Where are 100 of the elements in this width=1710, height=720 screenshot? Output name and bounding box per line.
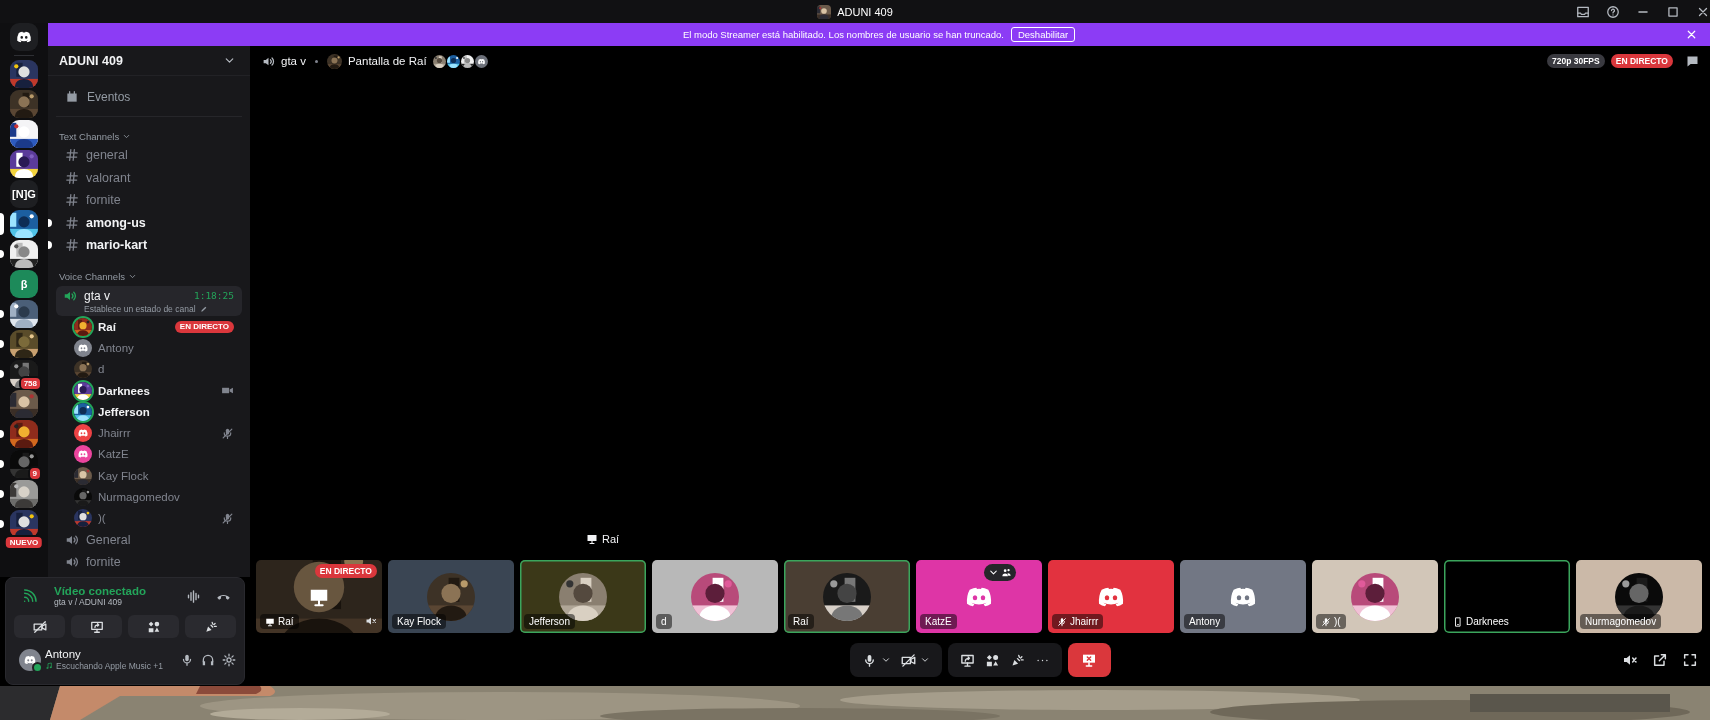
speaker-muted-icon[interactable] bbox=[365, 615, 377, 627]
video-tile[interactable]: Antony bbox=[1180, 560, 1306, 633]
server-button[interactable] bbox=[10, 210, 38, 238]
headphones-icon[interactable] bbox=[201, 652, 215, 667]
quality-badge: 720p 30FPS bbox=[1547, 54, 1605, 68]
channel-status[interactable]: Establece un estado de canal bbox=[84, 304, 196, 314]
viewer-avatar[interactable] bbox=[474, 54, 488, 68]
signal-icon bbox=[22, 588, 38, 604]
server-button[interactable] bbox=[10, 390, 38, 418]
member-name[interactable]: KatzE bbox=[98, 448, 234, 461]
video-tile[interactable]: KatzE bbox=[916, 560, 1042, 633]
stop-stream-button[interactable] bbox=[1067, 643, 1111, 677]
member-name[interactable]: Raí bbox=[98, 320, 169, 333]
server-button[interactable] bbox=[10, 420, 38, 448]
chevron-down-icon[interactable] bbox=[880, 655, 891, 665]
events-item[interactable]: Eventos bbox=[56, 83, 242, 111]
server-button[interactable] bbox=[10, 150, 38, 178]
member-name[interactable]: d bbox=[98, 363, 234, 376]
people-icon bbox=[1001, 567, 1012, 578]
participant-name: Raí bbox=[278, 616, 294, 627]
help-icon[interactable] bbox=[1606, 4, 1620, 19]
server-button[interactable]: [N]G bbox=[10, 180, 38, 208]
close-icon[interactable] bbox=[1685, 28, 1698, 41]
party-horn-icon[interactable] bbox=[1009, 652, 1025, 668]
text-channel[interactable]: general bbox=[56, 144, 242, 167]
disable-button[interactable]: Deshabilitar bbox=[1010, 27, 1076, 42]
video-tile[interactable]: Darknees bbox=[1444, 560, 1570, 633]
chevron-down-icon[interactable] bbox=[919, 655, 930, 665]
user-avatar[interactable] bbox=[19, 648, 41, 671]
microphone-icon[interactable] bbox=[180, 652, 194, 667]
member-name[interactable]: Kay Flock bbox=[98, 469, 234, 482]
screen-share-icon[interactable] bbox=[959, 652, 975, 668]
server-button[interactable] bbox=[10, 300, 38, 328]
separator-dot bbox=[314, 59, 318, 63]
voice-channel[interactable]: gta v 1:18:25 Establece un estado de canal bbox=[56, 286, 242, 316]
server-button[interactable] bbox=[10, 330, 38, 358]
camera-off-button[interactable] bbox=[14, 615, 65, 638]
settings-icon[interactable] bbox=[222, 652, 236, 667]
screen-x-icon bbox=[1081, 652, 1097, 668]
video-tile[interactable]: d bbox=[652, 560, 778, 633]
camera-off-icon[interactable] bbox=[900, 652, 916, 668]
member-name[interactable]: )( bbox=[98, 512, 215, 525]
screen-share-button[interactable] bbox=[71, 615, 122, 638]
member-name[interactable]: Nurmagomedov bbox=[98, 491, 234, 503]
participant-name: )( bbox=[1334, 616, 1341, 627]
connection-location[interactable]: gta v / ADUNI 409 bbox=[54, 597, 176, 607]
participant-name: Darknees bbox=[1466, 616, 1509, 627]
text-channel[interactable]: fornite bbox=[56, 189, 242, 212]
video-tile[interactable]: Kay Flock bbox=[388, 560, 514, 633]
camera-off-icon bbox=[32, 619, 47, 634]
video-tile[interactable]: Nurmagomedov bbox=[1576, 560, 1702, 633]
soundboard-button[interactable] bbox=[185, 615, 236, 638]
hash-icon bbox=[65, 193, 79, 208]
category-heading[interactable]: Text Channels bbox=[59, 130, 120, 142]
live-badge: EN DIRECTO bbox=[1610, 54, 1673, 68]
video-tile[interactable]: EN DIRECTO Raí bbox=[256, 560, 382, 633]
channel-name: mario-kart bbox=[86, 238, 148, 253]
server-button[interactable] bbox=[10, 480, 38, 508]
server-button[interactable]: β bbox=[10, 270, 38, 298]
activities-button[interactable] bbox=[128, 615, 179, 638]
hash-icon bbox=[65, 215, 79, 230]
shapes-icon[interactable] bbox=[984, 652, 1000, 668]
live-badge: EN DIRECTO bbox=[314, 564, 377, 578]
inbox-icon[interactable] bbox=[1576, 4, 1590, 19]
channel-name: valorant bbox=[86, 170, 131, 185]
home-button[interactable] bbox=[10, 23, 38, 51]
server-button[interactable] bbox=[10, 60, 38, 88]
member-name[interactable]: Jhairrr bbox=[98, 427, 215, 440]
server-button[interactable] bbox=[10, 510, 38, 538]
text-channel[interactable]: valorant bbox=[56, 166, 242, 189]
live-badge: EN DIRECTO bbox=[174, 320, 234, 333]
chevron-down-icon bbox=[988, 567, 999, 578]
window-title: ADUNI 409 bbox=[837, 5, 893, 18]
hash-icon bbox=[65, 148, 79, 163]
maximize-icon[interactable] bbox=[1666, 4, 1680, 19]
category-heading[interactable]: Voice Channels bbox=[59, 270, 126, 282]
server-button[interactable] bbox=[10, 240, 38, 268]
text-channel[interactable]: among-us bbox=[56, 211, 242, 234]
popout-icon[interactable] bbox=[1652, 652, 1668, 668]
member-name[interactable]: Jefferson bbox=[98, 405, 234, 418]
voice-channel[interactable]: General bbox=[56, 528, 242, 551]
text-channel[interactable]: mario-kart bbox=[56, 234, 242, 257]
tile-options-button[interactable] bbox=[984, 564, 1016, 581]
server-button[interactable] bbox=[10, 120, 38, 148]
server-button[interactable] bbox=[10, 450, 38, 478]
channel-name: general bbox=[86, 148, 128, 163]
video-tile[interactable]: Jhairrr bbox=[1048, 560, 1174, 633]
voice-channel[interactable]: fornite bbox=[56, 550, 242, 573]
participant-name: KatzE bbox=[925, 616, 952, 627]
fullscreen-icon[interactable] bbox=[1682, 652, 1698, 668]
member-name[interactable]: Antony bbox=[98, 341, 234, 354]
video-tile[interactable]: )( bbox=[1312, 560, 1438, 633]
channel-name[interactable]: gta v bbox=[281, 55, 306, 67]
mic-off-icon bbox=[221, 511, 234, 525]
server-name[interactable]: ADUNI 409 bbox=[59, 53, 123, 68]
video-tile[interactable]: Raí bbox=[784, 560, 910, 633]
member-name[interactable]: Darknees bbox=[98, 384, 215, 397]
waveform-icon[interactable] bbox=[186, 588, 201, 604]
video-tile[interactable]: Jefferson bbox=[520, 560, 646, 633]
shapes-icon bbox=[146, 619, 161, 634]
